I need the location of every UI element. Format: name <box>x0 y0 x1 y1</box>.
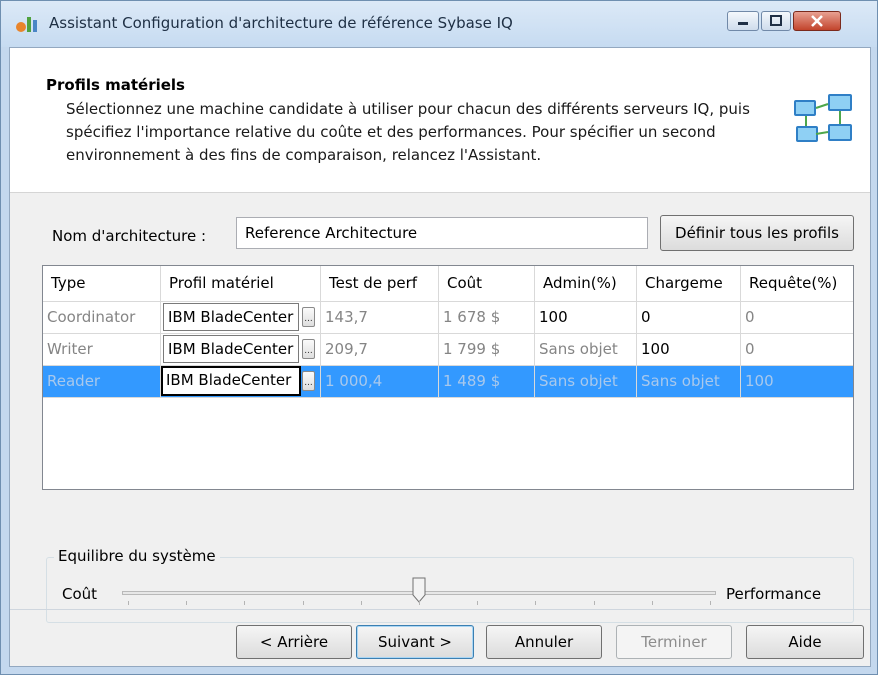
close-button[interactable] <box>793 11 841 31</box>
cell-perf[interactable]: 1 000,4 <box>321 366 439 398</box>
slider-tick <box>535 601 537 605</box>
slider-tick <box>651 601 653 605</box>
column-header-cost[interactable]: Coût <box>439 266 535 302</box>
maximize-icon <box>770 15 782 26</box>
minimize-icon <box>738 22 748 25</box>
finish-button[interactable]: Terminer <box>616 625 732 659</box>
wizard-body: Nom d'architecture : Définir tous les pr… <box>10 193 870 666</box>
wizard-window: Assistant Configuration d'architecture d… <box>0 0 878 675</box>
cell-query[interactable]: 100 <box>741 366 853 398</box>
hardware-profiles-grid: Type Profil matériel Test de perf Coût A… <box>42 265 854 490</box>
slider-tick <box>360 601 362 605</box>
cell-perf[interactable]: 143,7 <box>321 302 439 334</box>
page-title: Profils matériels <box>46 76 185 94</box>
cell-cost[interactable]: 1 489 $ <box>439 366 535 398</box>
column-header-query[interactable]: Requête(%) <box>741 266 853 302</box>
back-button[interactable]: < Arrière <box>236 625 352 659</box>
slider-tick <box>477 601 479 605</box>
cell-cost[interactable]: 1 678 $ <box>439 302 535 334</box>
window-title: Assistant Configuration d'architecture d… <box>49 14 513 32</box>
cell-type[interactable]: Writer <box>43 334 161 366</box>
cell-profile[interactable]: IBM BladeCenter ... <box>161 302 321 334</box>
title-bar[interactable]: Assistant Configuration d'architecture d… <box>1 1 877 47</box>
ellipsis-button[interactable]: ... <box>302 371 315 391</box>
architecture-name-input[interactable] <box>236 217 648 249</box>
slider-tick <box>128 601 129 605</box>
wizard-header: Profils matériels Sélectionnez une machi… <box>10 48 870 193</box>
wizard-icon <box>16 17 37 32</box>
cell-profile[interactable]: IBM BladeCenter ... <box>161 334 321 366</box>
next-button[interactable]: Suivant > <box>356 625 474 659</box>
architecture-name-label: Nom d'architecture : <box>52 227 207 245</box>
cell-load[interactable]: 0 <box>637 302 741 334</box>
cell-type[interactable]: Reader <box>43 366 161 398</box>
define-all-profiles-button[interactable]: Définir tous les profils <box>660 215 854 251</box>
cell-type[interactable]: Coordinator <box>43 302 161 334</box>
cell-admin[interactable]: 100 <box>535 302 637 334</box>
slider-tick <box>244 601 246 605</box>
cell-admin[interactable]: Sans objet <box>535 334 637 366</box>
column-header-perf-test[interactable]: Test de perf <box>321 266 439 302</box>
ellipsis-button[interactable]: ... <box>302 307 315 327</box>
system-balance-title: Equilibre du système <box>54 547 220 565</box>
maximize-button[interactable] <box>761 11 791 31</box>
slider-tick <box>419 601 420 605</box>
wizard-content: Profils matériels Sélectionnez une machi… <box>9 47 871 667</box>
cell-query[interactable]: 0 <box>741 334 853 366</box>
slider-tick <box>710 601 711 605</box>
cell-perf[interactable]: 209,7 <box>321 334 439 366</box>
cell-load[interactable]: Sans objet <box>637 366 741 398</box>
column-header-profile[interactable]: Profil matériel <box>161 266 321 302</box>
slider-tick <box>302 601 304 605</box>
profile-combo[interactable]: IBM BladeCenter <box>161 366 301 396</box>
performance-label: Performance <box>726 585 822 603</box>
minimize-button[interactable] <box>727 11 759 31</box>
cell-cost[interactable]: 1 799 $ <box>439 334 535 366</box>
page-description: Sélectionnez une machine candidate à uti… <box>66 100 750 164</box>
cell-query[interactable]: 0 <box>741 302 853 334</box>
cancel-button[interactable]: Annuler <box>486 625 602 659</box>
help-button[interactable]: Aide <box>746 625 864 659</box>
column-header-admin[interactable]: Admin(%) <box>535 266 637 302</box>
slider-tick <box>593 601 595 605</box>
close-icon <box>811 15 823 27</box>
column-header-type[interactable]: Type <box>43 266 161 302</box>
balance-slider-thumb[interactable] <box>412 577 426 603</box>
servers-network-icon <box>794 94 852 142</box>
ellipsis-button[interactable]: ... <box>302 339 315 359</box>
cell-admin[interactable]: Sans objet <box>535 366 637 398</box>
column-header-load[interactable]: Chargeme <box>637 266 741 302</box>
profile-combo[interactable]: IBM BladeCenter <box>163 335 299 363</box>
cell-profile[interactable]: IBM BladeCenter ... <box>161 366 321 398</box>
slider-tick <box>186 601 188 605</box>
footer-divider <box>10 609 870 610</box>
profile-combo[interactable]: IBM BladeCenter <box>163 303 299 331</box>
cell-load[interactable]: 100 <box>637 334 741 366</box>
cost-label: Coût <box>62 585 98 603</box>
